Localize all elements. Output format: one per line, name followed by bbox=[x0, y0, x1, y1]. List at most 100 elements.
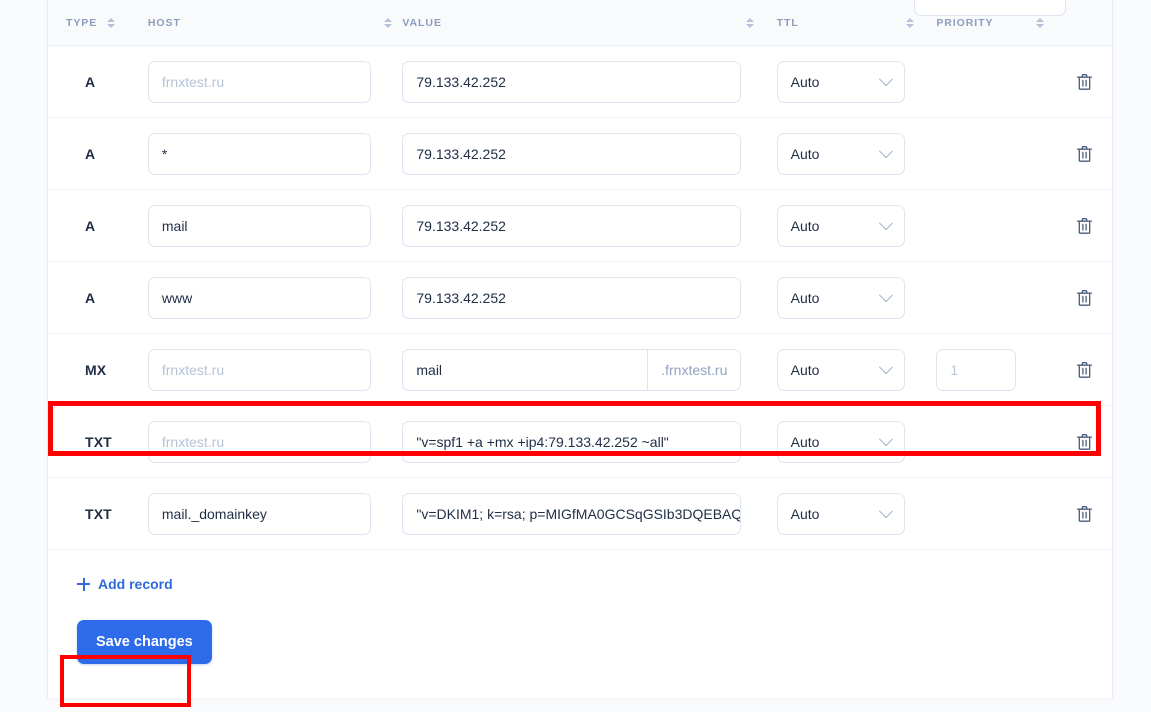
ttl-select[interactable]: Auto bbox=[776, 132, 905, 175]
value-input[interactable]: "v=DKIM1; k=rsa; p=MIGfMA0GCSqGSIb3DQEBA… bbox=[402, 492, 742, 535]
record-value-cell: "v=DKIM1; k=rsa; p=MIGfMA0GCSqGSIb3DQEBA… bbox=[402, 492, 776, 535]
host-input[interactable]: frnxtest.ru bbox=[147, 348, 371, 391]
value-input[interactable]: "v=spf1 +a +mx +ip4:79.133.42.252 ~all" bbox=[402, 420, 742, 463]
record-value-cell: 79.133.42.252 bbox=[402, 204, 776, 247]
host-input[interactable]: www bbox=[147, 276, 371, 319]
ttl-select-value: Auto bbox=[790, 217, 820, 234]
sort-updown-icon-value[interactable] bbox=[746, 16, 755, 30]
chevron-down-icon bbox=[878, 71, 893, 86]
record-host-cell: frnxtest.ru bbox=[147, 348, 403, 391]
record-value-cell: "v=spf1 +a +mx +ip4:79.133.42.252 ~all" bbox=[402, 420, 776, 463]
record-type-label: A bbox=[85, 289, 96, 306]
ttl-select-value: Auto bbox=[790, 73, 820, 90]
trash-icon[interactable] bbox=[1071, 141, 1097, 167]
record-host-cell: www bbox=[147, 276, 403, 319]
dns-records-card: TYPE HOST VALUE TTL PRIORITY A frnxtest.… bbox=[47, 0, 1113, 698]
record-type-label: TXT bbox=[85, 433, 112, 450]
column-header-priority[interactable]: PRIORITY bbox=[936, 16, 1056, 30]
ttl-select[interactable]: Auto bbox=[776, 492, 905, 535]
chevron-down-icon bbox=[878, 215, 893, 230]
host-input[interactable]: frnxtest.ru bbox=[147, 60, 371, 103]
value-input[interactable]: 79.133.42.252 bbox=[402, 132, 742, 175]
search-input[interactable] bbox=[914, 0, 1066, 16]
record-actions-cell bbox=[1056, 141, 1112, 167]
column-header-type[interactable]: TYPE bbox=[48, 16, 148, 30]
record-actions-cell bbox=[1056, 429, 1112, 455]
host-input[interactable]: frnxtest.ru bbox=[147, 420, 371, 463]
record-ttl-cell: Auto bbox=[776, 492, 937, 535]
dns-record-row: TXT frnxtest.ru "v=spf1 +a +mx +ip4:79.133… bbox=[48, 406, 1112, 478]
column-header-type-label: TYPE bbox=[66, 16, 98, 29]
ttl-select[interactable]: Auto bbox=[776, 60, 905, 103]
dns-records-page: TYPE HOST VALUE TTL PRIORITY A frnxtest.… bbox=[0, 0, 1151, 712]
priority-input[interactable]: 1 bbox=[936, 348, 1017, 391]
ttl-select-value: Auto bbox=[790, 145, 820, 162]
sort-updown-icon-ttl[interactable] bbox=[905, 16, 914, 30]
value-domain-suffix: .frnxtest.ru bbox=[647, 349, 741, 390]
trash-icon[interactable] bbox=[1071, 69, 1097, 95]
record-ttl-cell: Auto bbox=[776, 132, 937, 175]
ttl-select[interactable]: Auto bbox=[776, 204, 905, 247]
sort-updown-icon-type[interactable] bbox=[106, 16, 115, 30]
trash-icon[interactable] bbox=[1071, 501, 1097, 527]
value-input[interactable]: mail bbox=[403, 350, 647, 390]
chevron-down-icon bbox=[878, 359, 893, 374]
trash-icon[interactable] bbox=[1071, 285, 1097, 311]
record-type-label: A bbox=[85, 73, 96, 90]
record-type-label: MX bbox=[85, 361, 107, 378]
trash-icon[interactable] bbox=[1071, 213, 1097, 239]
value-input[interactable]: 79.133.42.252 bbox=[402, 204, 742, 247]
chevron-down-icon bbox=[878, 431, 893, 446]
sort-updown-icon-host[interactable] bbox=[383, 16, 392, 30]
sort-updown-icon-priority[interactable] bbox=[1035, 16, 1044, 30]
record-actions-cell bbox=[1056, 501, 1112, 527]
add-record-button[interactable]: Add record bbox=[48, 550, 173, 592]
dns-records-list: Afrnxtest.ru 79.133.42.252 Auto A * 79.133.42… bbox=[48, 46, 1112, 550]
save-changes-button[interactable]: Save changes bbox=[77, 620, 212, 664]
add-record-label: Add record bbox=[98, 576, 173, 592]
dns-record-row: Awww 79.133.42.252 Auto bbox=[48, 262, 1112, 334]
column-header-value[interactable]: VALUE bbox=[402, 16, 776, 30]
trash-icon[interactable] bbox=[1071, 429, 1097, 455]
record-value-cell: 79.133.42.252 bbox=[402, 60, 776, 103]
dns-record-row: Afrnxtest.ru 79.133.42.252 Auto bbox=[48, 46, 1112, 118]
column-header-ttl-label: TTL bbox=[776, 16, 799, 29]
host-input[interactable]: mail bbox=[147, 204, 371, 247]
record-type-label: A bbox=[85, 217, 96, 234]
record-ttl-cell: Auto bbox=[776, 204, 937, 247]
record-actions-cell bbox=[1056, 213, 1112, 239]
record-ttl-cell: Auto bbox=[776, 348, 937, 391]
ttl-select[interactable]: Auto bbox=[776, 348, 905, 391]
ttl-select[interactable]: Auto bbox=[776, 276, 905, 319]
record-type-label: TXT bbox=[85, 505, 112, 522]
record-host-cell: frnxtest.ru bbox=[147, 60, 403, 103]
host-input[interactable]: * bbox=[147, 132, 371, 175]
ttl-select-value: Auto bbox=[790, 289, 820, 306]
column-header-ttl[interactable]: TTL bbox=[777, 16, 937, 30]
record-ttl-cell: Auto bbox=[776, 60, 937, 103]
record-type-label: A bbox=[85, 145, 96, 162]
record-ttl-cell: Auto bbox=[776, 420, 937, 463]
chevron-down-icon bbox=[878, 287, 893, 302]
plus-icon bbox=[77, 577, 90, 591]
column-header-host[interactable]: HOST bbox=[148, 16, 403, 30]
ttl-select-value: Auto bbox=[790, 433, 820, 450]
record-ttl-cell: Auto bbox=[776, 276, 937, 319]
dns-record-row: TXT mail._domainkey "v=DKIM1; k=rsa; p=MIG… bbox=[48, 478, 1112, 550]
record-host-cell: mail bbox=[147, 204, 403, 247]
ttl-select-value: Auto bbox=[790, 505, 820, 522]
host-input[interactable]: mail._domainkey bbox=[147, 492, 371, 535]
value-input-group: mail .frnxtest.ru bbox=[402, 348, 742, 391]
value-input[interactable]: 79.133.42.252 bbox=[402, 60, 742, 103]
record-actions-cell bbox=[1056, 357, 1112, 383]
trash-icon[interactable] bbox=[1071, 357, 1097, 383]
record-actions-cell bbox=[1056, 285, 1112, 311]
record-host-cell: mail._domainkey bbox=[147, 492, 403, 535]
dns-record-row: Amail 79.133.42.252 Auto bbox=[48, 190, 1112, 262]
value-input[interactable]: 79.133.42.252 bbox=[402, 276, 742, 319]
card-footer: Add record Save changes bbox=[48, 550, 1112, 698]
save-button-wrapper: Save changes bbox=[48, 592, 1112, 698]
column-header-value-label: VALUE bbox=[402, 16, 442, 29]
ttl-select[interactable]: Auto bbox=[776, 420, 905, 463]
record-priority-cell: 1 bbox=[936, 348, 1056, 391]
